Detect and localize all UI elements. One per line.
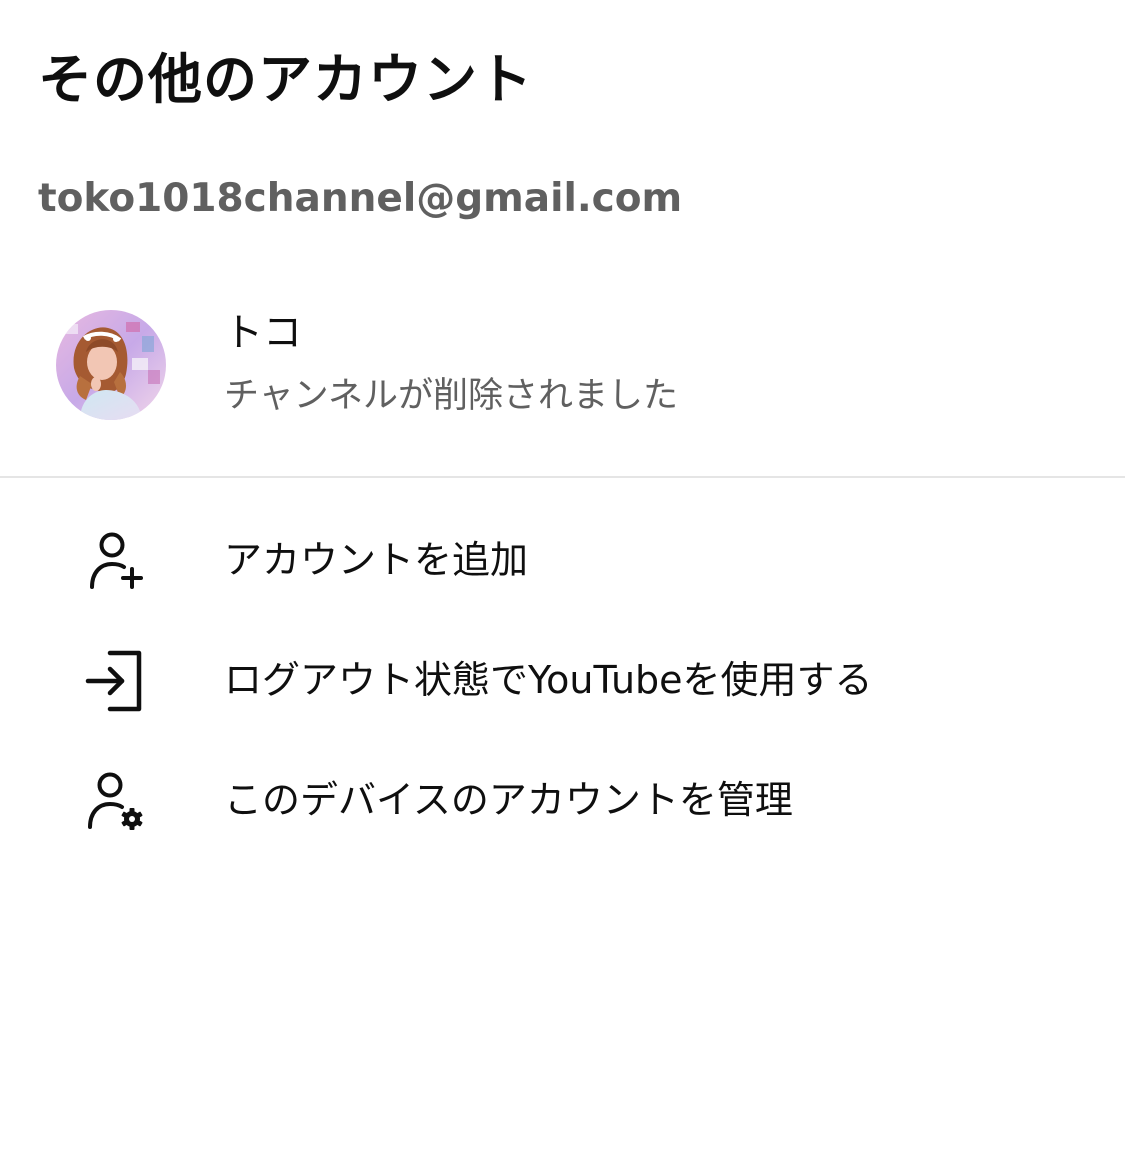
page-title: その他のアカウント [38, 48, 533, 111]
use-signed-out-button[interactable]: ログアウト状態でYouTubeを使用する [0, 625, 1125, 735]
avatar [56, 310, 166, 420]
account-email: toko1018channel@gmail.com [38, 176, 683, 221]
channel-status: チャンネルが削除されました [224, 376, 678, 416]
manage-accounts-label: このデバイスのアカウントを管理 [224, 778, 793, 822]
add-account-button[interactable]: アカウントを追加 [0, 505, 1125, 615]
add-account-label: アカウントを追加 [224, 538, 529, 582]
divider [0, 476, 1125, 478]
person-add-icon [84, 529, 148, 593]
manage-accounts-button[interactable]: このデバイスのアカウントを管理 [0, 745, 1125, 855]
use-signed-out-label: ログアウト状態でYouTubeを使用する [224, 658, 873, 702]
channel-row[interactable]: トコ チャンネルが削除されました [0, 296, 1125, 436]
channel-name: トコ [224, 311, 303, 356]
sign-in-arrow-icon [84, 649, 148, 713]
person-settings-icon [84, 769, 148, 833]
